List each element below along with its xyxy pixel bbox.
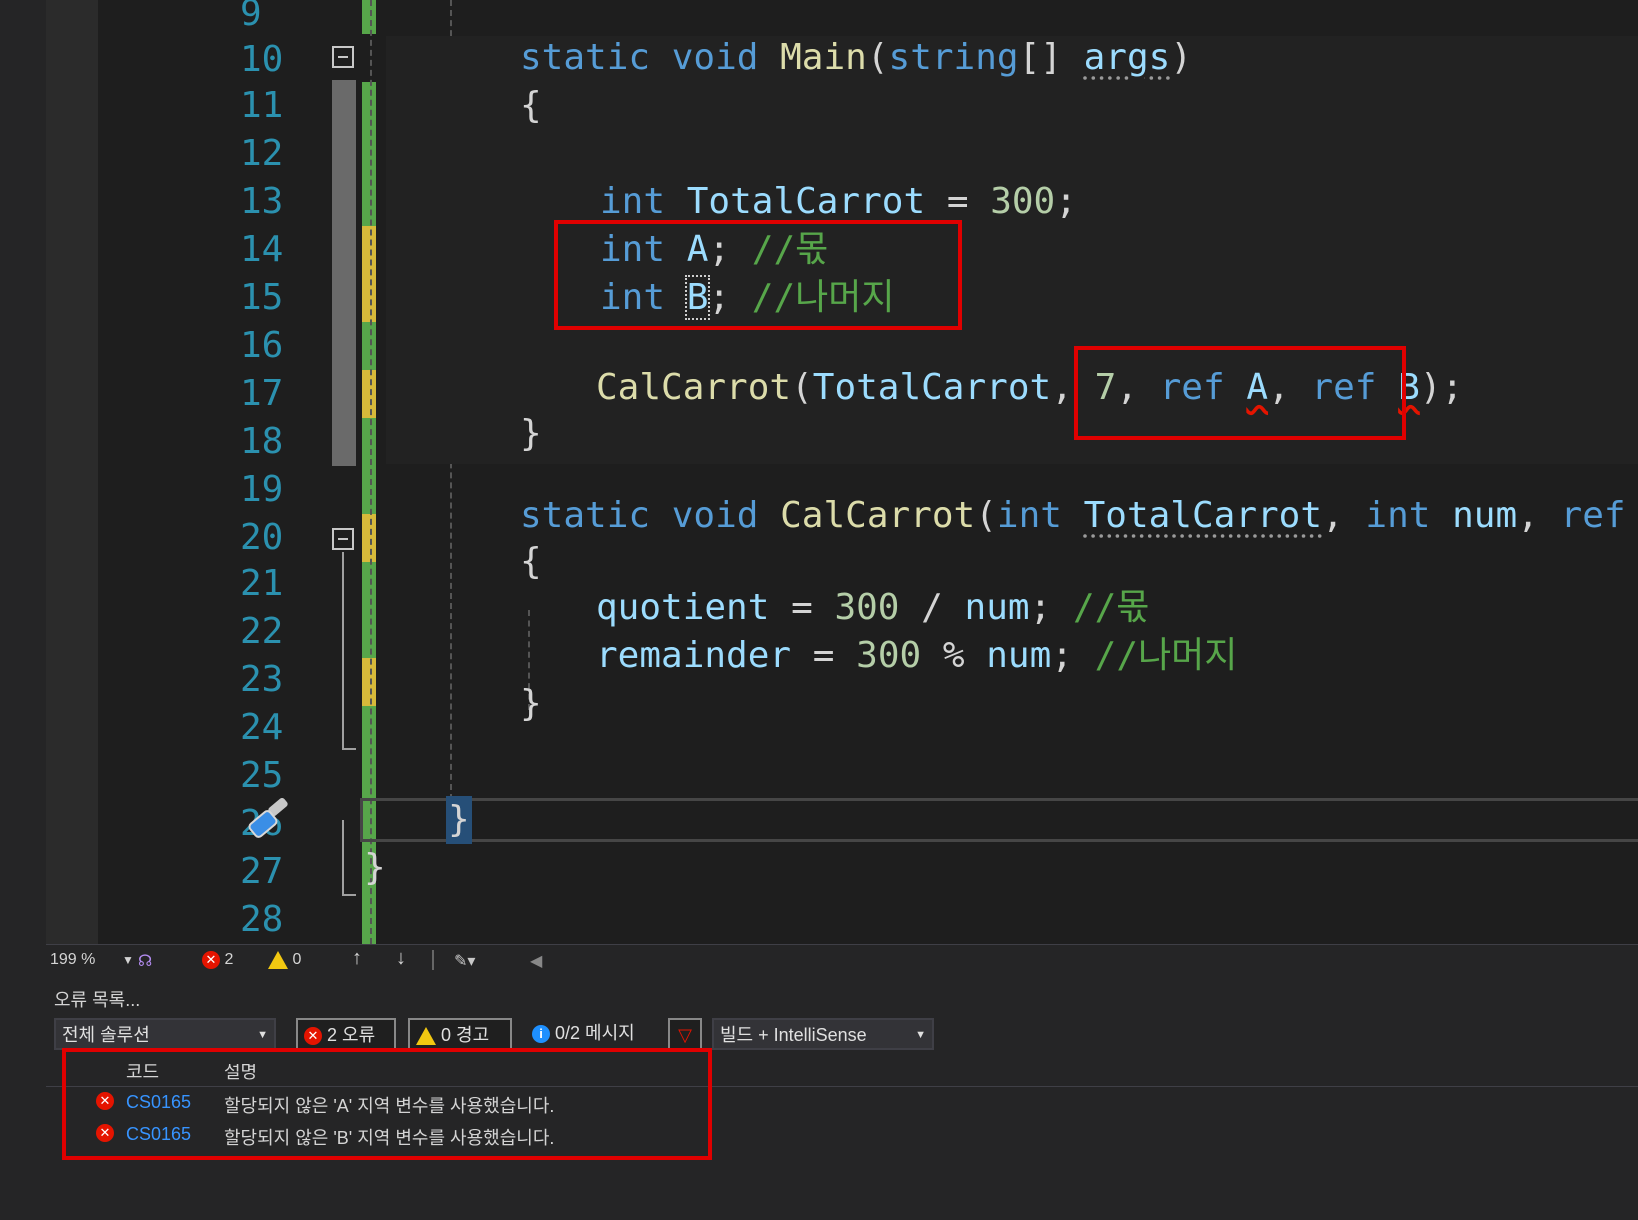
keyword-int: int — [600, 181, 666, 222]
cleanup-brush-icon[interactable]: ✎▾ — [454, 951, 475, 971]
operator: / — [921, 587, 943, 628]
error-count[interactable]: ✕ 2 — [202, 951, 233, 969]
zoom-dropdown-icon[interactable]: ▼ — [122, 953, 134, 967]
zoom-level[interactable]: 199 % — [50, 951, 95, 969]
punct: ; — [1029, 587, 1052, 628]
code-line-23: remainder = 300 % num; //나머지 — [596, 632, 1237, 680]
scroll-left-icon[interactable]: ◀ — [530, 951, 542, 971]
errors-filter-label: 2 오류 — [327, 1025, 376, 1045]
number: 300 — [856, 635, 922, 676]
panel-title: 오류 목록... — [54, 990, 141, 1010]
filter-button[interactable]: ▽ — [668, 1018, 702, 1050]
chevron-down-icon: ▼ — [915, 1029, 926, 1041]
error-icon: ✕ — [304, 1027, 322, 1046]
scope-dropdown[interactable]: 전체 솔루션 ▼ — [54, 1018, 276, 1050]
messages-filter-button[interactable]: i 0/2 메시지 — [530, 1018, 654, 1050]
keyword-string: string — [888, 37, 1019, 78]
next-issue-button[interactable]: ↓ — [396, 947, 406, 970]
warnings-filter-label: 0 경고 — [441, 1025, 490, 1045]
warning-count[interactable]: 0 — [268, 951, 301, 969]
argument: TotalCarrot — [812, 367, 1052, 408]
punct: ( — [866, 37, 889, 78]
operator: = — [812, 635, 835, 676]
method-name: CalCarrot — [780, 495, 976, 536]
code-line-21: { — [520, 541, 542, 582]
divider — [432, 950, 434, 970]
keyword-static: static — [520, 37, 651, 78]
keyword-void: void — [671, 37, 759, 78]
variable: num — [964, 587, 1030, 628]
punct: , — [1051, 367, 1073, 408]
editor-status-bar: 199 % ▼ ☊ ✕ 2 0 ↑ ↓ ✎▾ ◀ — [46, 944, 1638, 975]
variable: TotalCarrot — [686, 181, 926, 222]
variable: num — [986, 635, 1052, 676]
messages-filter-label: 0/2 메시지 — [555, 1023, 635, 1043]
method-call: CalCarrot — [596, 367, 792, 408]
error-count-label: 2 — [224, 951, 234, 969]
code-line-26: } — [446, 796, 472, 844]
comment: //몫 — [1072, 587, 1150, 628]
previous-issue-button[interactable]: ↑ — [352, 947, 362, 970]
code-editor[interactable]: 9 10 11 12 13 14 15 16 17 18 19 20 21 22… — [46, 0, 1638, 944]
parameter: num — [1452, 495, 1518, 536]
scope-label: 전체 솔루션 — [62, 1025, 150, 1045]
punct: , — [1517, 495, 1539, 536]
code-line-11: { — [520, 85, 542, 126]
comment: //나머지 — [1094, 635, 1238, 676]
errors-filter-button[interactable]: ✕ 2 오류 — [296, 1018, 396, 1050]
punct: ); — [1419, 367, 1464, 408]
source-dropdown[interactable]: 빌드 + IntelliSense ▼ — [712, 1018, 934, 1050]
number: 300 — [834, 587, 900, 628]
annotation-box-ref-args — [1074, 346, 1406, 440]
parameter: TotalCarrot — [1083, 495, 1323, 536]
warning-icon — [268, 951, 288, 969]
source-label: 빌드 + IntelliSense — [720, 1025, 867, 1045]
variable: remainder — [596, 635, 792, 676]
copilot-icon[interactable]: ☊ — [138, 951, 152, 971]
code-line-18: } — [520, 413, 542, 454]
keyword-int: int — [1365, 495, 1431, 536]
warning-count-label: 0 — [292, 951, 302, 969]
punct: ( — [975, 495, 997, 536]
punct: ( — [791, 367, 813, 408]
operator: % — [942, 635, 965, 676]
number: 300 — [990, 181, 1056, 222]
punct: ; — [1051, 635, 1073, 676]
info-icon: i — [532, 1025, 550, 1044]
error-list-panel: 오류 목록... 전체 솔루션 ▼ ✕ 2 오류 0 경고 i 0/2 메시지 ▽… — [46, 974, 1638, 1220]
code-line-10: static void Main(string[] args) — [520, 34, 1192, 82]
method-name: Main — [780, 37, 867, 78]
punct: , — [1322, 495, 1344, 536]
chevron-down-icon: ▼ — [257, 1029, 268, 1041]
punct: ; — [1055, 181, 1077, 222]
parameter-args: args — [1083, 37, 1171, 78]
code-line-20: static void CalCarrot(int TotalCarrot, i… — [520, 492, 1638, 540]
annotation-box-declarations — [554, 220, 962, 330]
punct: [] — [1018, 37, 1062, 78]
warning-icon — [416, 1027, 436, 1046]
annotation-box-errors — [62, 1048, 712, 1160]
punct: ) — [1170, 37, 1192, 78]
code-line-13: int TotalCarrot = 300; — [600, 178, 1077, 226]
keyword-ref: ref — [1560, 495, 1626, 536]
variable: quotient — [596, 587, 770, 628]
left-tool-strip — [0, 0, 47, 1220]
operator: = — [946, 181, 969, 222]
error-icon: ✕ — [202, 951, 220, 969]
filter-icon: ▽ — [678, 1025, 692, 1045]
code-line-22: quotient = 300 / num; //몫 — [596, 584, 1149, 632]
keyword-int: int — [996, 495, 1062, 536]
warnings-filter-button[interactable]: 0 경고 — [408, 1018, 512, 1050]
keyword-static: static — [520, 495, 651, 536]
keyword-void: void — [671, 495, 759, 536]
code-line-24: } — [520, 683, 542, 724]
operator: = — [791, 587, 813, 628]
quick-actions-icon[interactable] — [242, 798, 296, 846]
code-line-27: } — [364, 847, 386, 888]
